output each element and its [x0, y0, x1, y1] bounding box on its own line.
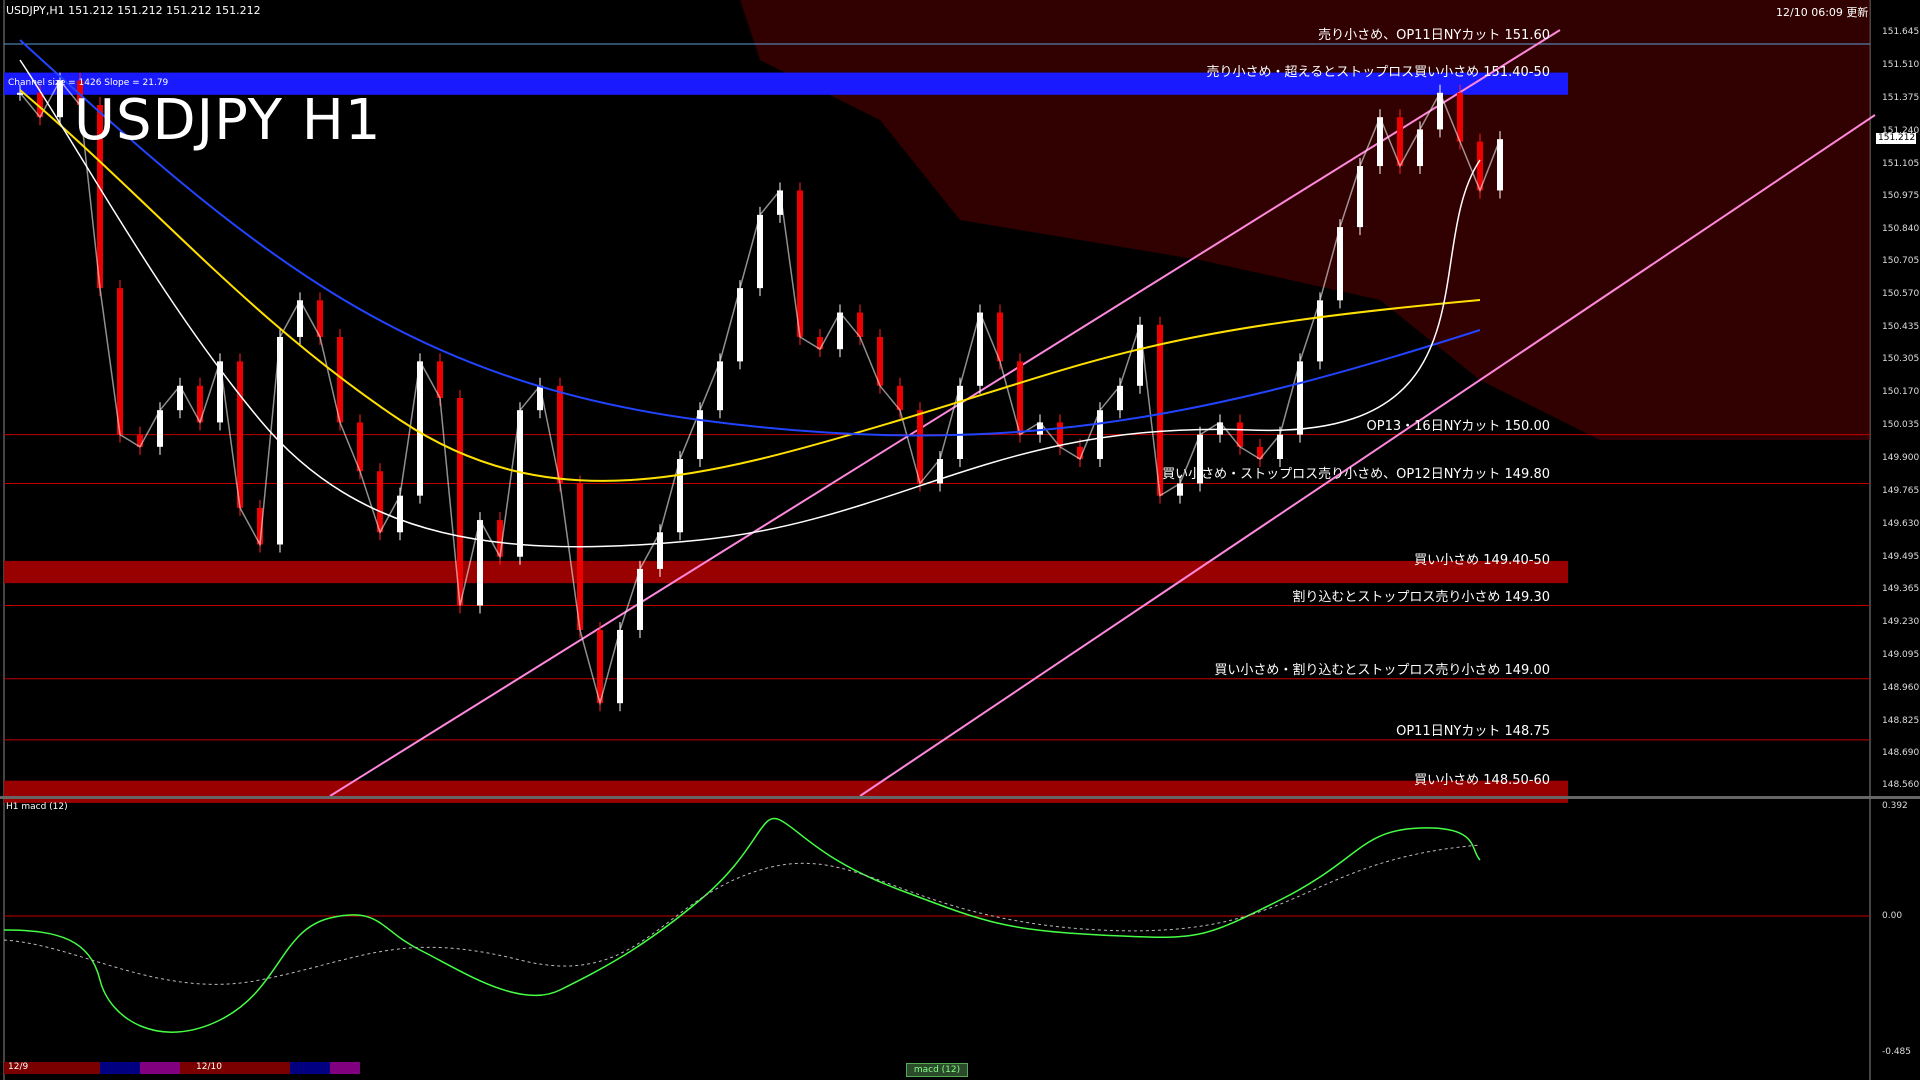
price-tick-12: 150.035 [1882, 420, 1920, 431]
price-tick-16: 149.495 [1882, 551, 1920, 562]
channel-info: Channel size = 1426 Slope = 21.79 [8, 78, 169, 88]
price-tick-13: 149.900 [1882, 453, 1920, 464]
level-label-4: 買い小さめ 149.40-50 [1414, 552, 1550, 568]
candle-body-67 [1357, 166, 1363, 228]
price-tick-2: 151.375 [1882, 92, 1920, 103]
candle-body-72 [1457, 92, 1463, 142]
candle-body-29 [597, 629, 603, 704]
macd-label: H1 macd (12) [6, 802, 68, 812]
candle-body-39 [797, 190, 803, 337]
candle-body-45 [917, 410, 923, 484]
price-tick-11: 150.170 [1882, 387, 1920, 398]
candle-body-25 [517, 410, 523, 557]
session-bar-1 [100, 1062, 140, 1074]
candle-body-64 [1297, 361, 1303, 435]
date-label-0: 12/9 [8, 1062, 29, 1072]
session-bar-5 [330, 1062, 360, 1074]
candle-body-74 [1497, 139, 1503, 191]
level-band-4 [4, 560, 1568, 584]
level-label-7: OP11日NYカット 148.75 [1396, 723, 1550, 739]
price-tick-0: 151.645 [1882, 26, 1920, 37]
candle-body-66 [1337, 227, 1343, 301]
price-tick-9: 150.435 [1882, 322, 1920, 333]
update-timestamp: 12/10 06:09 更新 [1776, 6, 1869, 19]
chart-title: USDJPY H1 [74, 88, 382, 153]
candle-body-18 [377, 471, 383, 533]
candle-body-49 [997, 312, 1003, 362]
candle-body-20 [417, 361, 423, 496]
candle-body-54 [1097, 410, 1103, 460]
session-bar-4 [290, 1062, 330, 1074]
session-bar-2 [140, 1062, 180, 1074]
candle-body-10 [217, 361, 223, 423]
candle-body-23 [477, 520, 483, 606]
level-label-2: OP13・16日NYカット 150.00 [1366, 418, 1550, 434]
price-tick-10: 150.305 [1882, 354, 1920, 365]
level-label-8: 買い小さめ 148.50-60 [1414, 772, 1550, 788]
price-tick-23: 148.560 [1882, 780, 1920, 791]
level-label-3: 買い小さめ・ストップロス売り小さめ、OP12日NYカット 149.80 [1162, 467, 1550, 483]
candle-body-37 [757, 214, 763, 289]
price-tick-1: 151.510 [1882, 59, 1920, 70]
price-tick-20: 148.960 [1882, 682, 1920, 693]
candle-body-30 [617, 629, 623, 704]
macd-line [3, 817, 1481, 1033]
candle-body-50 [1017, 361, 1023, 435]
candle-body-21 [437, 361, 443, 398]
candle-body-32 [657, 532, 663, 569]
level-label-0: 売り小さめ、OP11日NYカット 151.60 [1318, 27, 1550, 43]
candle-body-47 [957, 385, 963, 460]
date-label-1: 12/10 [196, 1062, 222, 1072]
macd-tick-bottom: -0.485 [1882, 1047, 1912, 1057]
candle-body-28 [577, 483, 583, 630]
candle-body-34 [697, 410, 703, 460]
level-label-1: 売り小さめ・超えるとストップロス買い小さめ 151.40-50 [1206, 64, 1550, 80]
candle-body-70 [1417, 129, 1423, 167]
price-tick-15: 149.630 [1882, 518, 1920, 529]
candle-body-17 [357, 422, 363, 472]
candle-body-31 [637, 568, 643, 630]
price-tick-6: 150.840 [1882, 223, 1920, 234]
pane-separator[interactable] [0, 796, 1920, 799]
macd-tick-zero: 0.00 [1882, 911, 1903, 921]
price-tick-18: 149.230 [1882, 616, 1920, 627]
usdjpy-chart[interactable] [0, 0, 1920, 1080]
header-info: USDJPY,H1 151.212 151.212 151.212 151.21… [6, 4, 261, 17]
price-tick-17: 149.365 [1882, 583, 1920, 594]
macd-tick-top: 0.392 [1882, 801, 1908, 811]
price-tick-8: 150.570 [1882, 289, 1920, 300]
candle-body-15 [317, 300, 323, 337]
price-tick-22: 148.690 [1882, 748, 1920, 759]
level-label-6: 買い小さめ・割り込むとストップロス売り小さめ 149.00 [1214, 662, 1550, 678]
candle-body-36 [737, 288, 743, 362]
candle-body-56 [1137, 324, 1143, 386]
candle-body-27 [557, 385, 563, 484]
price-tick-19: 149.095 [1882, 649, 1920, 660]
price-tick-7: 150.705 [1882, 256, 1920, 267]
price-tick-4: 151.105 [1882, 158, 1920, 169]
candle-body-14 [297, 300, 303, 337]
candle-body-41 [837, 312, 843, 350]
candle-body-65 [1317, 300, 1323, 362]
candle-body-43 [877, 336, 883, 386]
current-price-tag: 151.212 [1876, 133, 1916, 144]
candle-body-35 [717, 361, 723, 411]
price-tick-21: 148.825 [1882, 715, 1920, 726]
candle-body-22 [457, 398, 463, 606]
candle-body-68 [1377, 117, 1383, 167]
macd-status-tab[interactable]: macd (12) [906, 1063, 968, 1077]
candle-body-33 [677, 459, 683, 533]
candle-body-11 [237, 361, 243, 508]
candle-body-69 [1397, 117, 1403, 167]
candle-body-19 [397, 495, 403, 533]
price-tick-14: 149.765 [1882, 486, 1920, 496]
macd-signal-line [3, 844, 1481, 985]
level-label-5: 割り込むとストップロス売り小さめ 149.30 [1292, 589, 1550, 605]
level-band-8 [4, 780, 1568, 803]
price-tick-5: 150.975 [1882, 190, 1920, 201]
candle-body-48 [977, 312, 983, 386]
candle-body-5 [117, 288, 123, 435]
candle-body-7 [157, 410, 163, 447]
